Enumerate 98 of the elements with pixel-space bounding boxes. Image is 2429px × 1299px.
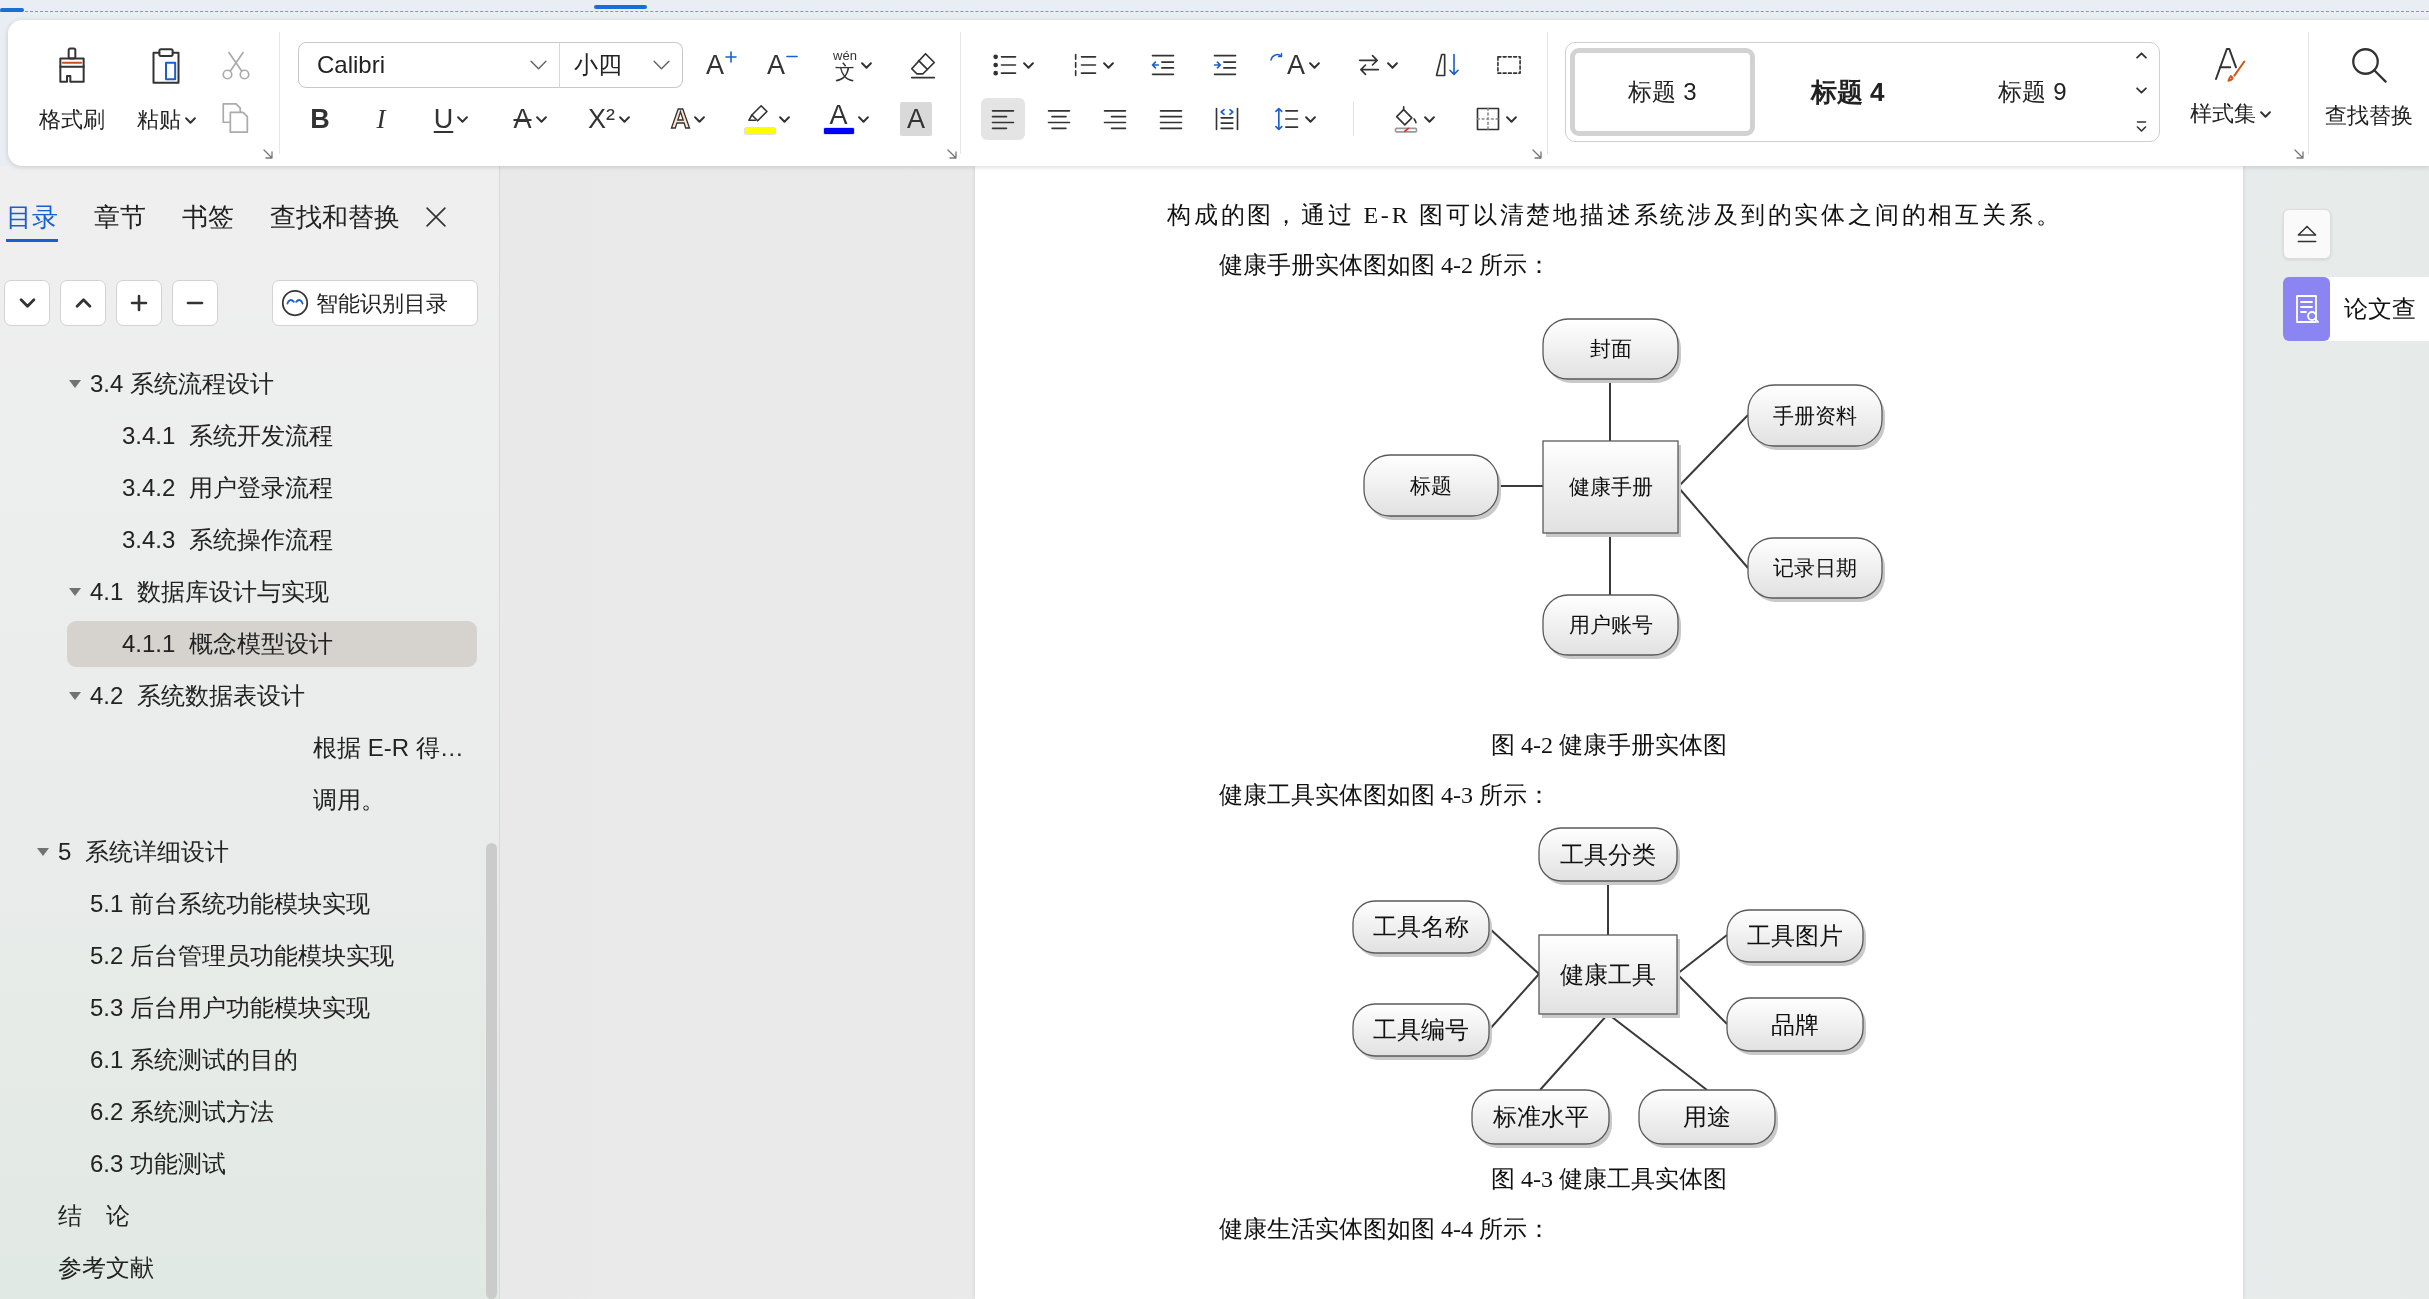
- attribute-node: 用户账号: [1542, 594, 1681, 659]
- outline-item[interactable]: 根据 E-R 得…: [67, 725, 477, 771]
- style-item[interactable]: 标题 3: [1570, 48, 1755, 136]
- chevron-down-icon: [2135, 86, 2147, 94]
- outline-item[interactable]: 5.1 前台系统功能模块实现: [35, 881, 477, 927]
- sidebar-tab[interactable]: 目录: [6, 199, 58, 242]
- chevron-up-icon: [74, 298, 92, 308]
- attribute-node: 封面: [1542, 318, 1681, 383]
- sidebar-tab[interactable]: 书签: [182, 199, 234, 242]
- attribute-node: 工具图片: [1726, 909, 1866, 966]
- outline-item[interactable]: 结 论: [3, 1193, 477, 1239]
- outline-item[interactable]: 4.1.1 概念模型设计: [67, 621, 477, 667]
- attribute-node: 手册资料: [1747, 384, 1885, 450]
- body-text: 健康生活实体图如图 4-4 所示：: [1219, 1215, 1551, 1244]
- indicator-bar: [594, 5, 647, 9]
- smart-toc-button[interactable]: 智能识别目录: [272, 280, 478, 326]
- sort-icon: [1433, 51, 1461, 79]
- more-styles-button[interactable]: [2135, 121, 2147, 132]
- attribute-node: 用途: [1638, 1089, 1778, 1148]
- chevron-up-icon: [2135, 52, 2147, 59]
- font-name-field[interactable]: Calibri: [298, 42, 560, 88]
- style-item[interactable]: 标题 4: [1755, 48, 1940, 136]
- document-search-icon: [2283, 277, 2330, 341]
- outline-item[interactable]: 参考文献: [3, 1245, 477, 1291]
- figure-caption: 图 4-3 健康工具实体图: [1491, 1165, 1727, 1194]
- corner-arrow-icon[interactable]: [946, 148, 958, 160]
- attribute-node: 工具名称: [1352, 900, 1492, 957]
- italic-button[interactable]: I: [359, 98, 403, 140]
- outline-item[interactable]: 3.4.1 系统开发流程: [67, 413, 477, 459]
- attribute-node: 记录日期: [1747, 537, 1885, 602]
- collapse-button[interactable]: [2283, 209, 2331, 259]
- scissors-icon: [219, 49, 253, 83]
- side-tool-tab[interactable]: 论文查: [2283, 277, 2429, 341]
- scroll-down-button[interactable]: [2135, 86, 2147, 94]
- text-direction-button[interactable]: A: [1265, 44, 1327, 86]
- minus-icon: [786, 55, 798, 58]
- attribute-node: 工具分类: [1538, 827, 1680, 885]
- plus-icon: [725, 51, 737, 63]
- figure-caption: 图 4-2 健康手册实体图: [1491, 731, 1727, 760]
- paste-button[interactable]: 粘贴: [122, 36, 210, 140]
- attribute-node: 标题: [1363, 454, 1501, 520]
- attribute-node: 品牌: [1726, 997, 1866, 1055]
- scroll-up-button[interactable]: [2135, 52, 2147, 59]
- style-set-button[interactable]: 样式集: [2190, 44, 2271, 144]
- add-button[interactable]: [116, 280, 162, 326]
- outline-item[interactable]: 3.4.2 用户登录流程: [67, 465, 477, 511]
- outline-item[interactable]: 5 系统详细设计: [3, 829, 477, 875]
- indicator-bar: [0, 8, 24, 12]
- shrink-font-button[interactable]: A: [760, 44, 805, 86]
- underline-button[interactable]: U: [420, 98, 482, 140]
- outline-item[interactable]: 5.3 后台用户功能模块实现: [35, 985, 477, 1031]
- font-size-field[interactable]: 小四: [558, 42, 683, 88]
- find-replace-button[interactable]: 查找替换: [2325, 44, 2413, 144]
- outline-item[interactable]: 6.1 系统测试的目的: [35, 1037, 477, 1083]
- corner-arrow-icon[interactable]: [2293, 148, 2305, 160]
- body-text: 健康工具实体图如图 4-3 所示：: [1219, 781, 1551, 810]
- chevron-down-icon: [652, 60, 670, 70]
- style-item[interactable]: 标题 9: [1940, 48, 2125, 136]
- chevron-down-icon: [18, 298, 36, 308]
- attribute-node: 标准水平: [1471, 1089, 1612, 1148]
- distribute-icon: [1213, 105, 1241, 133]
- plus-icon: [130, 294, 148, 312]
- up-button[interactable]: [60, 280, 106, 326]
- phonetic-guide-button[interactable]: wén 文: [821, 44, 884, 86]
- outline-item[interactable]: 3.4 系统流程设计: [35, 361, 477, 407]
- outline-item[interactable]: 6.2 系统测试方法: [35, 1089, 477, 1135]
- outline-item[interactable]: 4.1 数据库设计与实现: [35, 569, 477, 615]
- close-icon: [426, 207, 446, 227]
- line-spacing-icon: [1272, 105, 1301, 133]
- entity-node: 健康手册: [1542, 440, 1681, 537]
- format-painter-button[interactable]: 格式刷: [28, 36, 116, 140]
- body-text: 构成的图，通过 E-R 图可以清楚地描述系统涉及到的实体之间的相互关系。: [1167, 201, 2063, 230]
- corner-arrow-icon[interactable]: [1531, 148, 1543, 160]
- chevron-down-icon: [530, 60, 547, 70]
- close-button[interactable]: [426, 207, 446, 227]
- outline-item[interactable]: 调用。: [67, 777, 477, 823]
- bold-button[interactable]: B: [298, 98, 342, 140]
- strikethrough-button[interactable]: A: [499, 98, 561, 140]
- curved-arrow-icon: [1269, 51, 1283, 63]
- corner-arrow-icon[interactable]: [262, 148, 274, 160]
- outline-item[interactable]: 6.3 功能测试: [35, 1141, 477, 1187]
- grow-font-button[interactable]: A: [699, 44, 744, 86]
- entity-node: 健康工具: [1538, 934, 1680, 1018]
- outline-item[interactable]: 3.4.3 系统操作流程: [67, 517, 477, 563]
- font-color-button[interactable]: A: [815, 98, 877, 140]
- body-text: 健康手册实体图如图 4-2 所示：: [1219, 251, 1551, 280]
- scrollbar-thumb[interactable]: [486, 843, 497, 1299]
- sidebar-tab[interactable]: 查找和替换: [270, 199, 400, 242]
- sidebar-tab[interactable]: 章节: [94, 199, 146, 242]
- minus-icon: [186, 301, 204, 305]
- expand-icon: [2135, 121, 2147, 132]
- circle-icon: [281, 289, 309, 317]
- outline-item[interactable]: 5.2 后台管理员功能模块实现: [35, 933, 477, 979]
- align-left-button[interactable]: [981, 98, 1025, 140]
- attribute-node: 工具编号: [1352, 1003, 1492, 1060]
- outline-item[interactable]: 4.2 系统数据表设计: [35, 673, 477, 719]
- down-button[interactable]: [4, 280, 50, 326]
- superscript-button[interactable]: X²: [578, 98, 640, 140]
